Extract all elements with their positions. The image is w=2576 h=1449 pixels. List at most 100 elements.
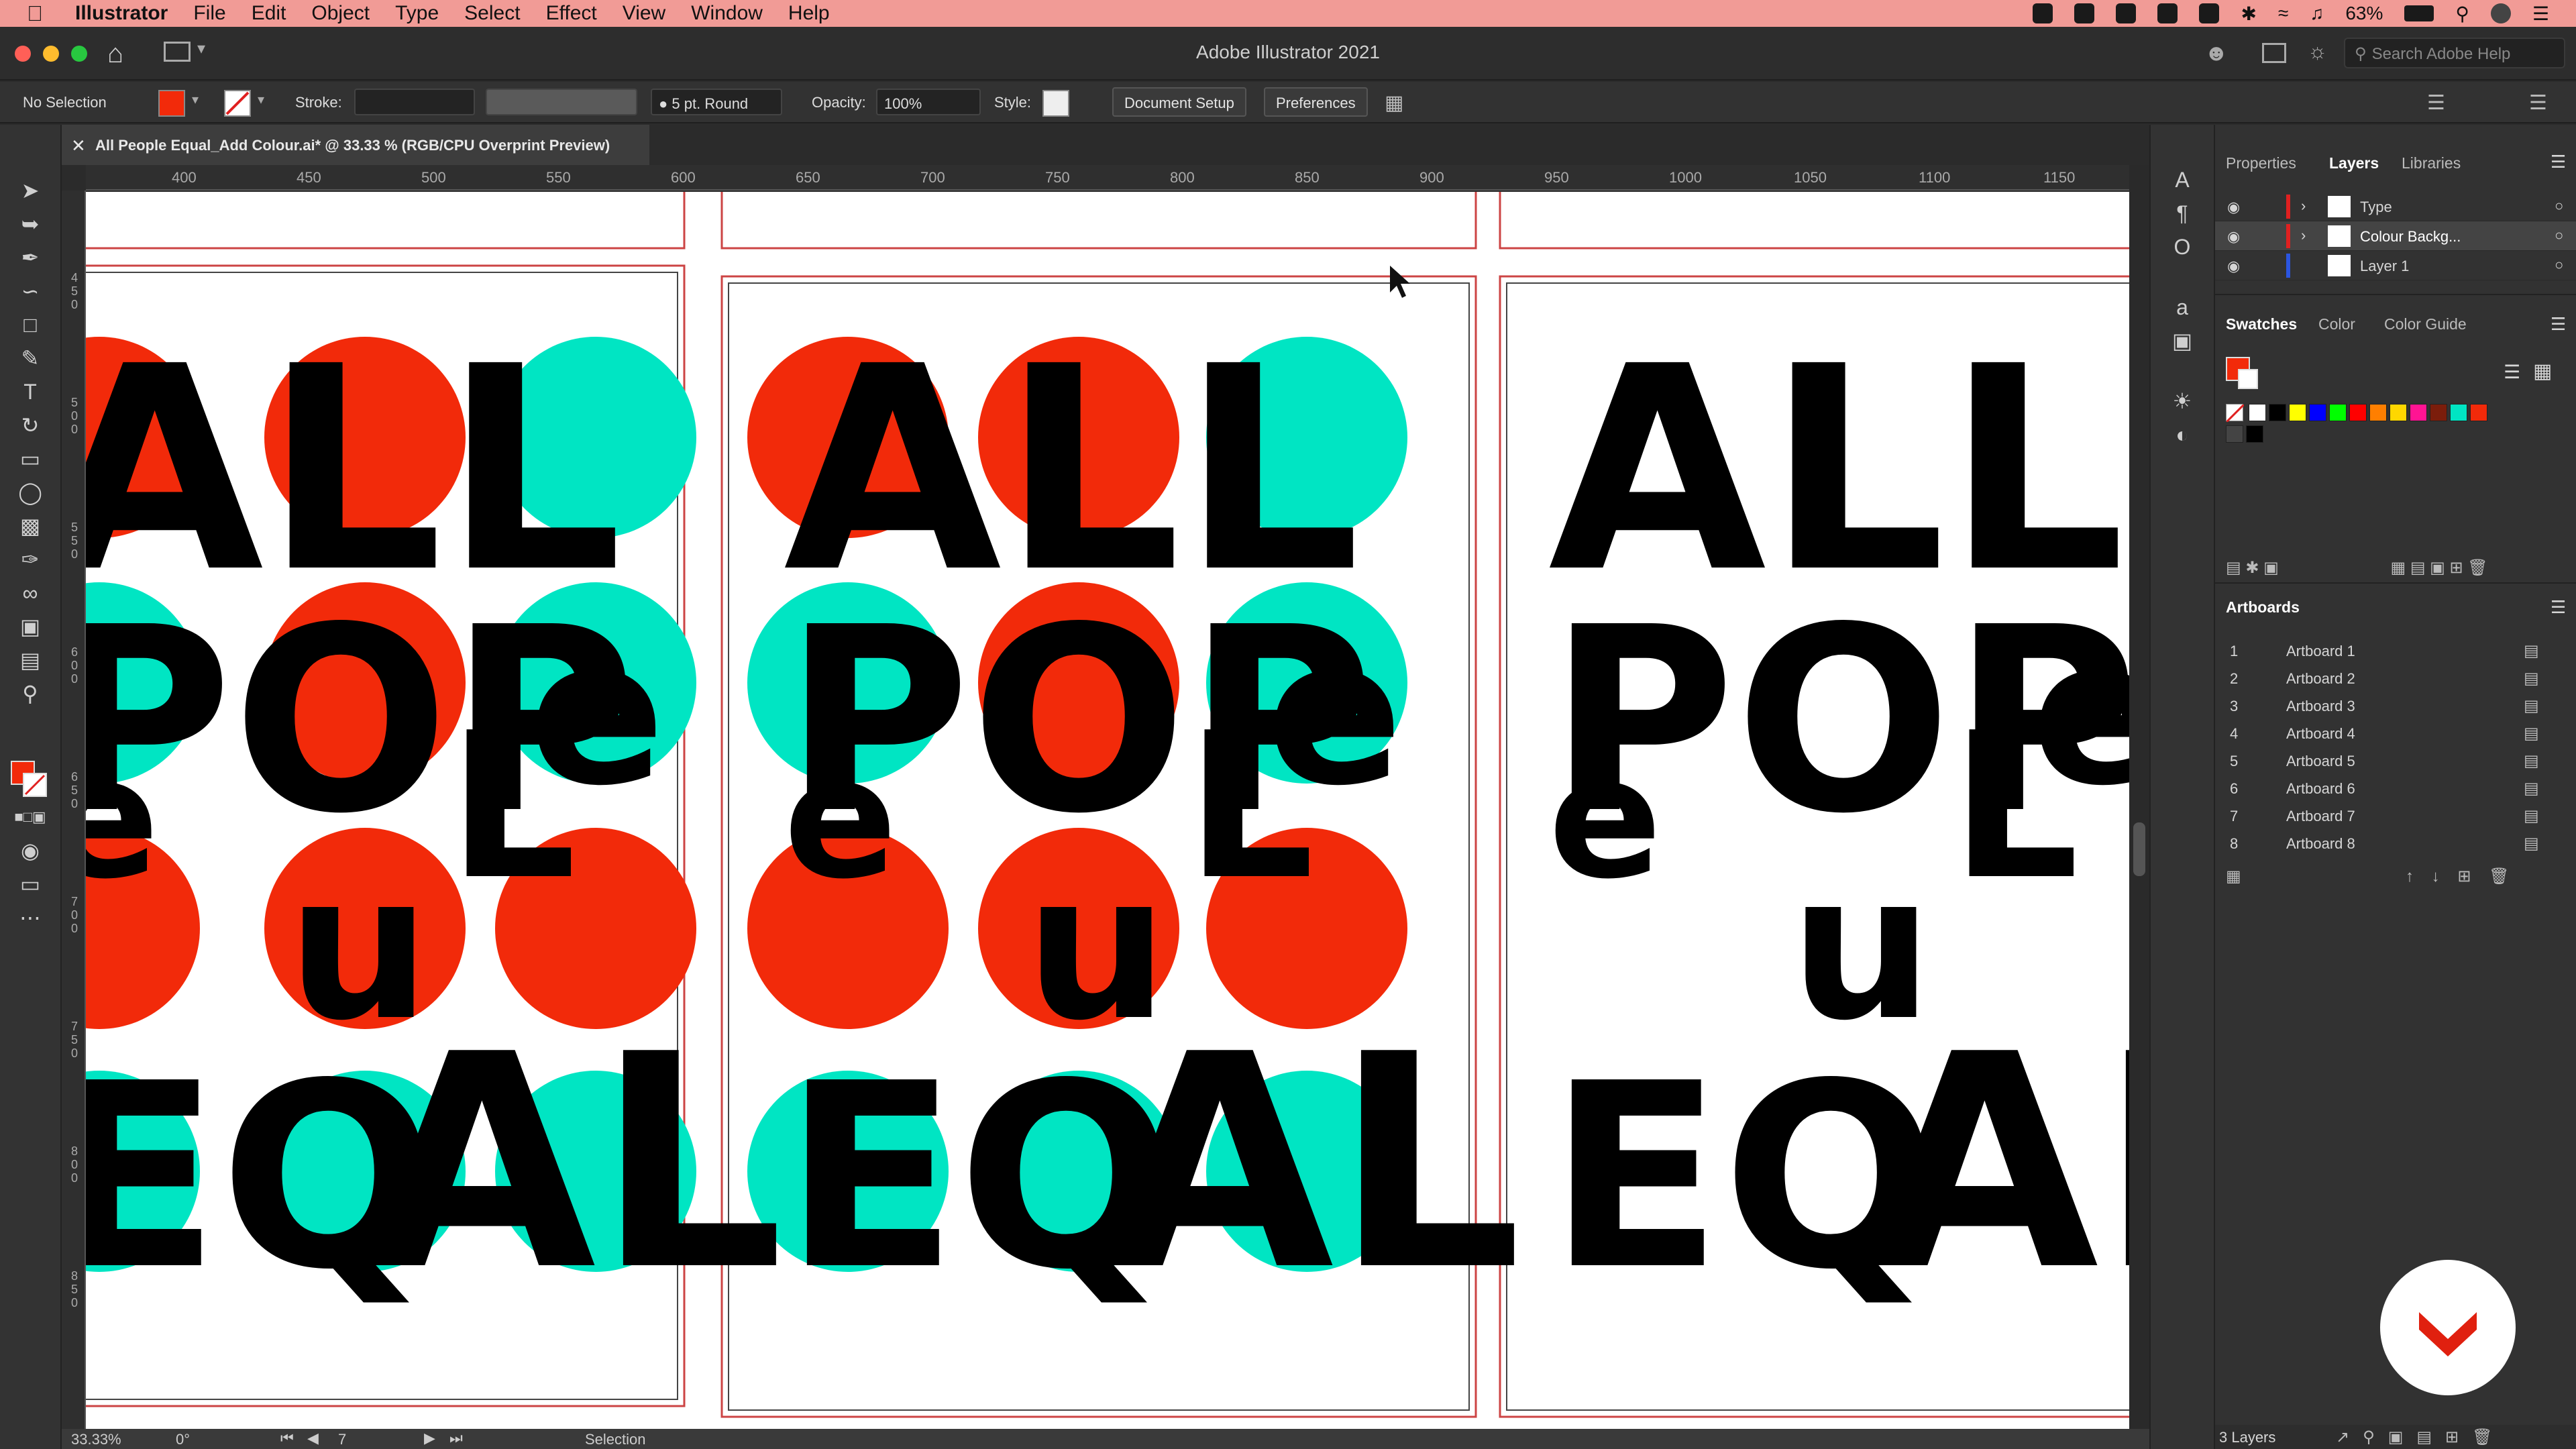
color-swatch[interactable] [2329,404,2347,421]
color-swatch[interactable] [2269,404,2286,421]
siri-icon[interactable] [2490,3,2511,23]
menu-view[interactable]: View [623,2,665,25]
tab-color-guide[interactable]: Color Guide [2384,315,2467,333]
menu-object[interactable]: Object [311,2,370,25]
layer-row-colour-background[interactable]: ◉ › Colour Backg... ○ [2215,221,2576,251]
rectangle-tool-icon[interactable]: □ [13,310,47,339]
artboard-row[interactable]: 2 Artboard 2 ▤ [2215,665,2576,692]
color-swatch[interactable] [2249,404,2266,421]
current-tool-status[interactable]: Selection [585,1431,646,1448]
shape-builder-tool-icon[interactable]: ▣ [13,612,47,641]
menu-effect[interactable]: Effect [546,2,597,25]
artboard-options-icon[interactable]: ▤ [2524,669,2539,688]
direct-selection-tool-icon[interactable]: ➥ [13,209,47,239]
artboard-actions[interactable]: ↑ ↓ ⊞ 🗑 [2406,867,2510,886]
visibility-eye-icon[interactable]: ◉ [2227,199,2240,216]
record-icon[interactable] [2033,3,2053,23]
artboard-row[interactable]: 1 Artboard 1 ▤ [2215,637,2576,664]
extension-icon[interactable] [2157,3,2178,23]
arrange-icon[interactable]: ▦ [1385,91,1403,115]
layer-row-type[interactable]: ◉ › Type ○ [2215,192,2576,221]
color-group-swatch[interactable] [2246,425,2263,443]
tab-swatches[interactable]: Swatches [2226,315,2297,333]
share-user-icon[interactable]: ☻ [2204,40,2229,66]
pen-tool-icon[interactable]: ✒ [13,243,47,272]
tab-properties[interactable]: Properties [2226,154,2296,172]
volume-icon[interactable]: ♫ [2310,3,2324,24]
bluetooth-icon[interactable]: ✱ [2241,3,2256,25]
glyphs-panel-icon[interactable]: a [2165,292,2199,322]
display-icon[interactable] [2199,3,2220,23]
fill-dropdown-icon[interactable]: ▾ [192,91,199,108]
transparency-panel-icon[interactable]: ◐ [2165,420,2199,449]
layer-row-layer-1[interactable]: ◉ Layer 1 ○ [2215,251,2576,280]
artboard-options-icon[interactable]: ▤ [2524,641,2539,661]
lightbulb-icon[interactable]: ☼ [2308,39,2327,64]
arrange-documents-icon[interactable] [2262,43,2286,63]
expand-chevron-icon[interactable]: › [2301,227,2306,244]
sync-icon[interactable] [2116,3,2137,23]
artboard-row[interactable]: 8 Artboard 8 ▤ [2215,830,2576,857]
visibility-eye-icon[interactable]: ◉ [2227,228,2240,246]
target-circle-icon[interactable]: ○ [2555,227,2563,244]
type-tool-icon[interactable]: T [13,377,47,407]
eyedropper-tool-icon[interactable]: ✑ [13,545,47,574]
paragraph-panel-icon[interactable]: ¶ [2165,199,2199,228]
tab-layers[interactable]: Layers [2329,154,2379,172]
artboard-row[interactable]: 3 Artboard 3 ▤ [2215,692,2576,719]
curvature-tool-icon[interactable]: ∽ [13,276,47,306]
panel-menu-icon[interactable]: ☰ [2551,152,2566,172]
list-view-icon[interactable]: ☰ [2504,361,2520,383]
tab-libraries[interactable]: Libraries [2402,154,2461,172]
scroll-thumb[interactable] [2133,822,2145,876]
creative-cloud-icon[interactable] [2074,3,2095,23]
artboard-options-icon[interactable]: ▤ [2524,724,2539,743]
selection-tool-icon[interactable]: ➤ [13,176,47,205]
character-panel-icon[interactable]: A [2165,165,2199,195]
last-artboard-icon[interactable]: ⏭ [449,1430,463,1447]
apple-menu-icon[interactable]:  [27,1,43,26]
artboard-options-icon[interactable]: ▤ [2524,806,2539,826]
artboard-row[interactable]: 6 Artboard 6 ▤ [2215,775,2576,802]
artboard-options-icon[interactable]: ▤ [2524,834,2539,853]
menu-type[interactable]: Type [395,2,439,25]
menu-edit[interactable]: Edit [252,2,286,25]
color-group-swatch[interactable] [2226,425,2243,443]
stroke-dropdown-icon[interactable]: ▾ [258,91,264,108]
stroke-weight-field[interactable] [354,89,475,115]
align-icon[interactable]: ☰ [2427,91,2445,115]
eraser-tool-icon[interactable]: ▭ [13,444,47,474]
tab-color[interactable]: Color [2318,315,2355,333]
artboard-options-icon[interactable]: ▤ [2524,751,2539,771]
blend-tool-icon[interactable]: ∞ [13,578,47,608]
swatch-stroke-preview[interactable] [2238,369,2258,389]
layer-actions[interactable]: ↗ ⚲ ▣ ▤ ⊞ 🗑 [2336,1428,2493,1447]
gradient-tool-icon[interactable]: ▩ [13,511,47,541]
menu-select[interactable]: Select [464,2,520,25]
opacity-field[interactable]: 100% [876,89,981,115]
menu-file[interactable]: File [193,2,225,25]
control-center-icon[interactable]: ☰ [2532,3,2549,25]
expand-chevron-icon[interactable]: › [2301,197,2306,215]
visibility-eye-icon[interactable]: ◉ [2227,258,2240,275]
stroke-swatch[interactable] [23,773,47,797]
brush-definition-dropdown[interactable]: ● 5 pt. Round [651,89,782,115]
control-bar-menu-icon[interactable]: ☰ [2529,91,2547,115]
color-swatch[interactable] [2410,404,2427,421]
color-swatch[interactable] [2450,404,2467,421]
preferences-button[interactable]: Preferences [1264,87,1368,117]
color-swatch[interactable] [2349,404,2367,421]
artboard-options-icon[interactable]: ▤ [2524,779,2539,798]
document-tab[interactable]: ✕ All People Equal_Add Colour.ai* @ 33.3… [62,125,649,165]
stroke-color-swatch[interactable] [224,90,251,117]
panel-menu-icon[interactable]: ☰ [2551,597,2566,618]
color-swatch[interactable] [2289,404,2306,421]
color-swatch[interactable] [2470,404,2487,421]
artboard-tool-icon[interactable]: ▤ [13,645,47,675]
spotlight-search-icon[interactable]: ⚲ [2455,3,2469,25]
appearance-panel-icon[interactable]: ☀ [2165,386,2199,416]
help-search-input[interactable]: ⚲ Search Adobe Help [2344,38,2565,68]
lasso-tool-icon[interactable]: ◯ [13,478,47,507]
artboard-row[interactable]: 5 Artboard 5 ▤ [2215,747,2576,774]
rearrange-artboards-icon[interactable]: ▦ [2226,867,2241,886]
